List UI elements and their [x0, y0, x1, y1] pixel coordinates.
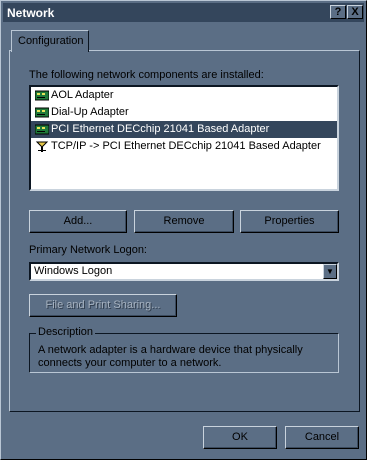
- components-list[interactable]: AOL Adapter Dial-Up Adapter PCI Ethernet…: [29, 85, 339, 191]
- list-item-label: AOL Adapter: [51, 89, 114, 101]
- add-button[interactable]: Add...: [29, 210, 127, 233]
- list-item-label: TCP/IP -> PCI Ethernet DECchip 21041 Bas…: [51, 140, 321, 152]
- description-legend: Description: [36, 326, 96, 338]
- chevron-down-icon[interactable]: ▼: [323, 264, 337, 279]
- list-item[interactable]: TCP/IP -> PCI Ethernet DECchip 21041 Bas…: [31, 138, 337, 155]
- file-print-sharing-button[interactable]: File and Print Sharing...: [29, 294, 177, 317]
- help-button[interactable]: ?: [330, 5, 346, 19]
- list-item-label: PCI Ethernet DECchip 21041 Based Adapter: [51, 123, 270, 135]
- primary-logon-label: Primary Network Logon:: [29, 244, 147, 256]
- title-bar[interactable]: Network ? X: [3, 3, 364, 22]
- network-adapter-icon: [35, 107, 49, 118]
- list-item-label: Dial-Up Adapter: [51, 106, 129, 118]
- network-adapter-icon: [35, 90, 49, 101]
- description-group: Description A network adapter is a hardw…: [29, 326, 339, 373]
- network-dialog: Network ? X Configuration The following …: [0, 0, 367, 460]
- properties-button[interactable]: Properties: [240, 210, 339, 233]
- primary-logon-value: Windows Logon: [34, 265, 113, 277]
- close-button[interactable]: X: [347, 5, 363, 19]
- tab-configuration-label: Configuration: [18, 35, 84, 47]
- remove-button[interactable]: Remove: [134, 210, 234, 233]
- list-item-selected[interactable]: PCI Ethernet DECchip 21041 Based Adapter: [31, 121, 337, 138]
- tab-configuration[interactable]: Configuration: [11, 30, 89, 52]
- ok-button[interactable]: OK: [203, 426, 277, 449]
- components-label: The following network components are ins…: [29, 69, 264, 81]
- cancel-button[interactable]: Cancel: [285, 426, 359, 449]
- window-title: Network: [7, 6, 55, 20]
- primary-logon-select[interactable]: Windows Logon ▼: [29, 262, 339, 281]
- list-item[interactable]: AOL Adapter: [31, 87, 337, 104]
- list-item[interactable]: Dial-Up Adapter: [31, 104, 337, 121]
- network-adapter-icon: [35, 124, 49, 135]
- description-text: A network adapter is a hardware device t…: [38, 344, 303, 369]
- protocol-icon: [35, 141, 49, 152]
